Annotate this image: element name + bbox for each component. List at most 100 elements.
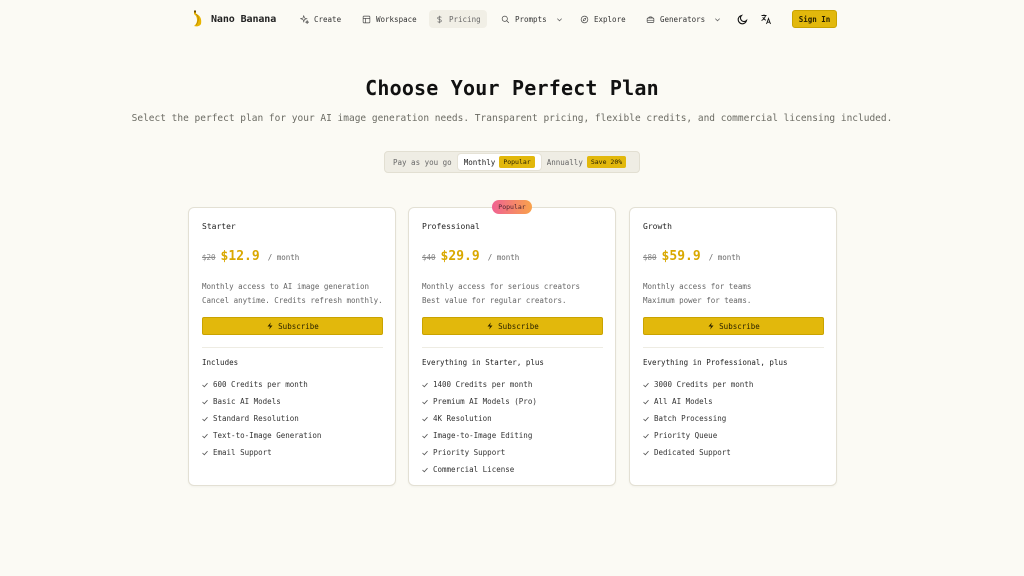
check-icon: [422, 399, 428, 404]
list-item: 3000 Credits per month: [643, 376, 753, 393]
feature-label: Dedicated Support: [654, 448, 731, 457]
check-icon: [422, 382, 428, 387]
chevron-down-icon: [715, 17, 721, 21]
workspace-icon: [362, 15, 371, 23]
feature-label: Standard Resolution: [213, 414, 299, 423]
tab-monthly[interactable]: Monthly Popular: [457, 154, 541, 170]
dollar-icon: [437, 15, 442, 23]
nav-create-label: Create: [314, 14, 342, 24]
language-button[interactable]: [758, 11, 774, 27]
feature-label: Premium AI Models (Pro): [433, 397, 537, 406]
subscribe-button[interactable]: Subscribe: [422, 317, 603, 335]
feature-label: All AI Models: [654, 397, 713, 406]
banana-icon: [194, 10, 202, 27]
list-item: Image-to-Image Editing: [422, 427, 537, 444]
subscribe-label: Subscribe: [278, 321, 319, 331]
list-item: Text-to-Image Generation: [202, 427, 321, 444]
divider: [422, 347, 603, 348]
nav-workspace-label: Workspace: [376, 14, 417, 24]
translate-icon: [761, 14, 771, 25]
tab-annually[interactable]: Annually Save 20%: [541, 154, 632, 170]
feature-label: 4K Resolution: [433, 414, 492, 423]
feature-label: 600 Credits per month: [213, 380, 308, 389]
list-item: Batch Processing: [643, 410, 753, 427]
feature-label: 1400 Credits per month: [433, 380, 533, 389]
list-item: Dedicated Support: [643, 444, 753, 461]
nav-create[interactable]: Create: [294, 10, 347, 28]
sign-in-button[interactable]: Sign In: [792, 10, 837, 28]
current-price: $12.9: [220, 249, 260, 264]
includes-title: Everything in Professional, plus: [643, 358, 788, 367]
plan-description-line: Best value for regular creators.: [422, 296, 567, 305]
list-item: 600 Credits per month: [202, 376, 321, 393]
subscribe-button[interactable]: Subscribe: [202, 317, 383, 335]
tab-monthly-label: Monthly: [463, 157, 496, 167]
list-item: Basic AI Models: [202, 393, 321, 410]
nav-pricing[interactable]: Pricing: [429, 10, 487, 28]
divider: [202, 347, 383, 348]
price-period: / month: [708, 253, 741, 262]
feature-label: Batch Processing: [654, 414, 727, 423]
chevron-down-icon: [556, 17, 562, 21]
feature-label: Email Support: [213, 448, 272, 457]
nav-workspace[interactable]: Workspace: [356, 10, 423, 28]
generator-icon: [646, 16, 655, 23]
feature-list: 3000 Credits per month All AI Models Bat…: [643, 376, 753, 461]
brand-logo[interactable]: Nano Banana: [189, 10, 276, 28]
moon-icon: [737, 14, 748, 25]
list-item: All AI Models: [643, 393, 753, 410]
feature-label: Basic AI Models: [213, 397, 281, 406]
tab-pay-as-you-go[interactable]: Pay as you go: [387, 154, 458, 170]
current-price: $29.9: [440, 249, 480, 264]
list-item: Email Support: [202, 444, 321, 461]
plan-description-line: Cancel anytime. Credits refresh monthly.: [202, 296, 383, 305]
page-title: Choose Your Perfect Plan: [365, 76, 659, 100]
original-price: $40: [422, 253, 436, 262]
list-item: 4K Resolution: [422, 410, 537, 427]
check-icon: [643, 433, 649, 438]
billing-period-toggle: Pay as you go Monthly Popular Annually S…: [384, 151, 640, 173]
theme-toggle-button[interactable]: [735, 11, 751, 27]
check-icon: [643, 416, 649, 421]
feature-label: Priority Queue: [654, 431, 718, 440]
plan-description: Monthly access for serious creators Best…: [422, 280, 580, 308]
current-price: $59.9: [661, 249, 701, 264]
plan-description-line: Monthly access for serious creators: [422, 282, 581, 291]
list-item: Priority Support: [422, 444, 537, 461]
feature-label: Image-to-Image Editing: [433, 431, 533, 440]
plan-description-line: Monthly access to AI image generation: [202, 282, 370, 291]
lightning-icon: [708, 322, 714, 330]
price-period: / month: [267, 253, 300, 262]
check-icon: [202, 416, 208, 421]
nav-explore-label: Explore: [594, 14, 626, 24]
plan-card-growth: Growth $80 $59.9 / month Monthly access …: [629, 207, 837, 486]
plan-description: Monthly access for teams Maximum power f…: [643, 280, 751, 308]
plan-description: Monthly access to AI image generation Ca…: [202, 280, 383, 308]
search-icon: [501, 15, 510, 23]
plan-description-line: Monthly access for teams: [643, 282, 752, 291]
check-icon: [643, 382, 649, 387]
plan-name: Growth: [643, 222, 672, 231]
check-icon: [643, 450, 649, 455]
list-item: Standard Resolution: [202, 410, 321, 427]
nav-prompts[interactable]: Prompts: [495, 10, 569, 28]
list-item: 1400 Credits per month: [422, 376, 537, 393]
lightning-icon: [267, 322, 273, 330]
price-row: $40 $29.9 / month: [422, 249, 519, 264]
nav-generators[interactable]: Generators: [640, 10, 727, 28]
includes-title: Everything in Starter, plus: [422, 358, 544, 367]
plan-description-line: Maximum power for teams.: [643, 296, 752, 305]
subscribe-label: Subscribe: [719, 321, 760, 331]
subscribe-button[interactable]: Subscribe: [643, 317, 824, 335]
nav-explore[interactable]: Explore: [574, 10, 632, 28]
sparkles-icon: [300, 14, 309, 24]
save-badge: Save 20%: [586, 156, 627, 168]
feature-label: Priority Support: [433, 448, 506, 457]
price-period: / month: [487, 253, 520, 262]
popular-badge: Popular: [499, 156, 535, 168]
check-icon: [422, 433, 428, 438]
check-icon: [422, 467, 428, 472]
check-icon: [643, 399, 649, 404]
list-item: Priority Queue: [643, 427, 753, 444]
list-item: Premium AI Models (Pro): [422, 393, 537, 410]
